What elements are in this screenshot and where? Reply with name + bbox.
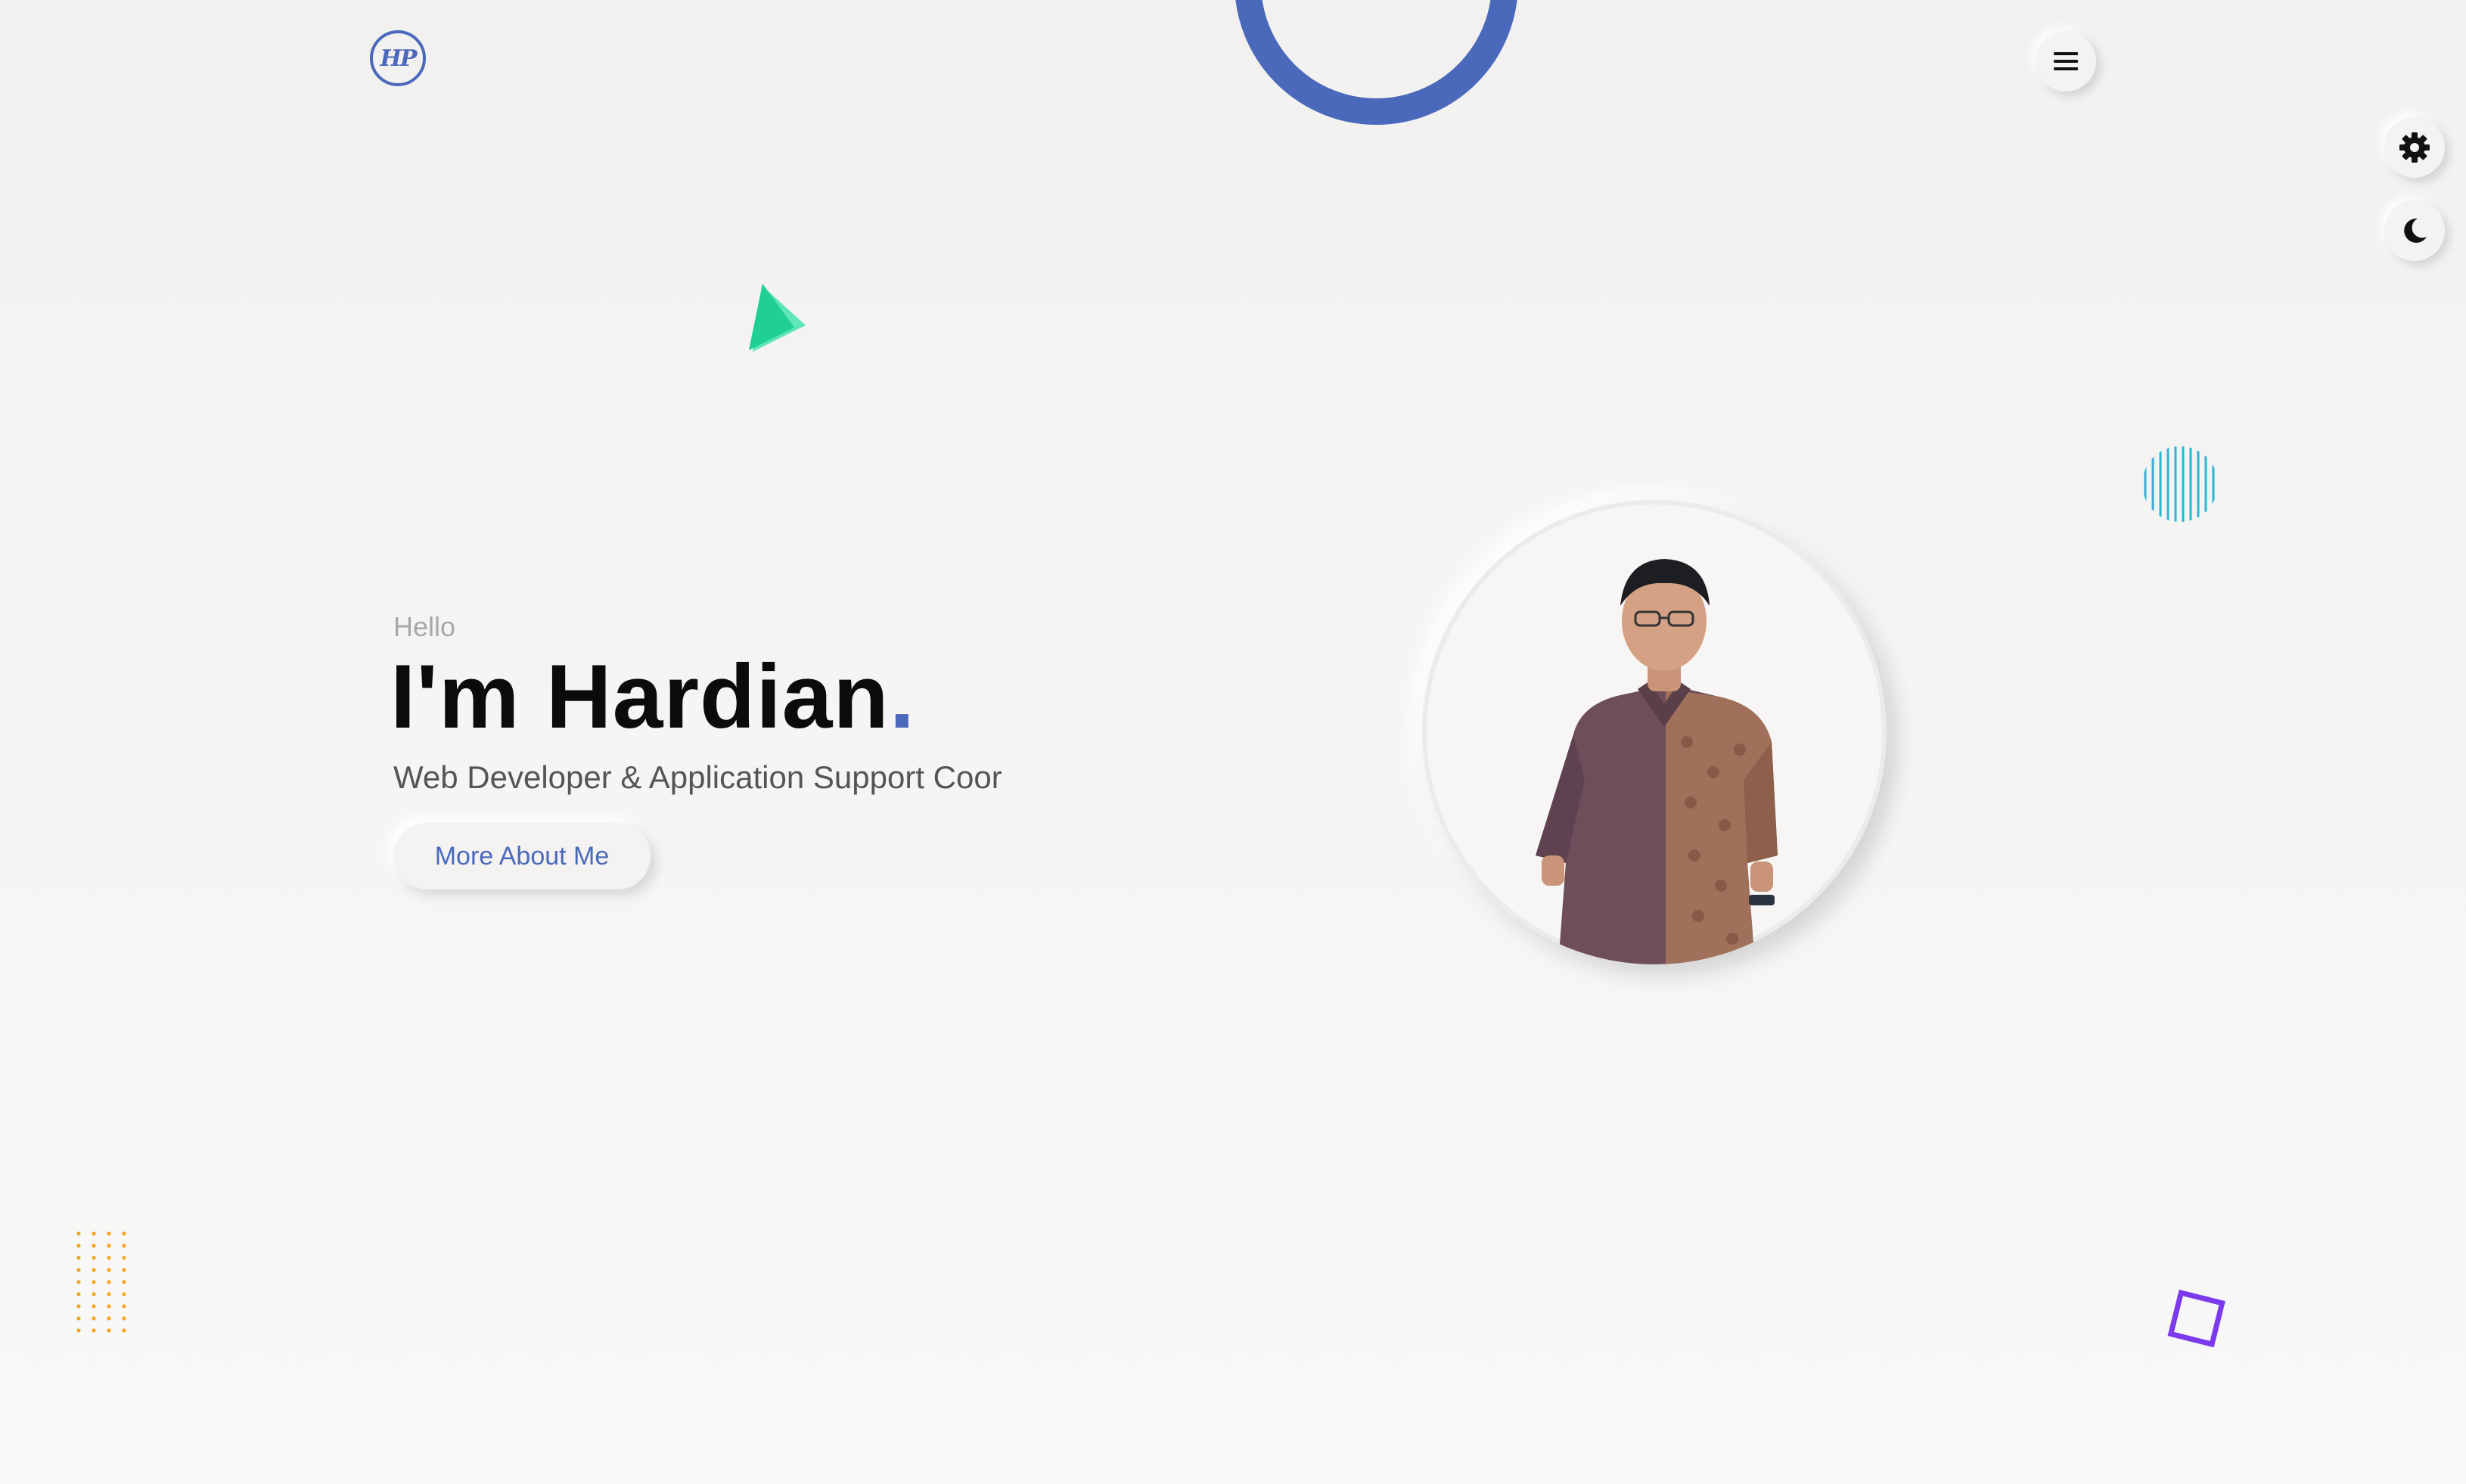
settings-button[interactable] [2384,117,2445,178]
menu-button[interactable] [2036,31,2096,92]
person-illustration [1536,559,1778,964]
theme-toggle-button[interactable] [2384,200,2445,261]
hero-role: Web Developer & Application Support Coor [393,759,1002,795]
hero-heading-text: I'm Hardian [390,646,890,747]
decorative-ring-shape [1235,0,1518,125]
site-logo[interactable]: HP [370,30,426,86]
hamburger-menu-icon [2054,52,2078,70]
profile-photo [1422,500,1887,964]
decorative-square-shape [2167,1290,2225,1348]
hero-greeting: Hello [393,611,456,642]
decorative-dot-grid [76,1231,126,1333]
hero-heading-dot: . [889,646,916,747]
more-about-me-button[interactable]: More About Me [393,823,651,889]
gear-icon [2399,132,2430,163]
moon-icon [2404,218,2427,243]
logo-text: HP [380,45,418,72]
decorative-striped-circle [2144,446,2215,522]
hero-heading: I'm Hardian. [390,647,915,747]
decorative-triangle-shape [749,284,806,352]
